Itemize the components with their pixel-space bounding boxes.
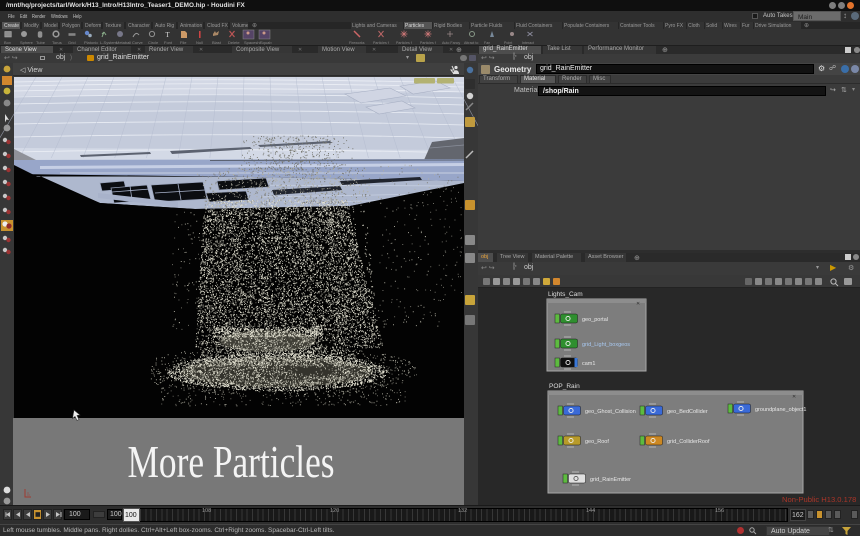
svg-text:Lights_Cam: Lights_Cam xyxy=(548,291,583,298)
svg-text:geo_Roof: geo_Roof xyxy=(585,439,609,445)
svg-text:T: T xyxy=(165,31,170,39)
svg-text:grid_ColliderRoof: grid_ColliderRoof xyxy=(667,439,710,445)
svg-text:✕: ✕ xyxy=(636,301,640,307)
svg-text:Attract to: Attract to xyxy=(464,41,478,45)
svg-text:Point: Point xyxy=(504,41,512,45)
svg-text:geo_portal: geo_portal xyxy=(582,317,608,323)
svg-text:groundplane_object1: groundplane_object1 xyxy=(755,407,806,413)
svg-text:Particles f: Particles f xyxy=(373,41,389,45)
svg-text:Particles f: Particles f xyxy=(420,41,436,45)
svg-text:Auto Fancy: Auto Fancy xyxy=(442,41,460,45)
svg-text:Fan: Fan xyxy=(484,41,490,45)
svg-text:geo_BedCollider: geo_BedCollider xyxy=(667,409,708,415)
svg-text:◁ View: ◁ View xyxy=(20,67,43,74)
svg-text:Interact: Interact xyxy=(522,41,534,45)
svg-text:cam1: cam1 xyxy=(582,361,595,367)
svg-text:Particles f: Particles f xyxy=(396,41,412,45)
svg-text:Fireworks: Fireworks xyxy=(349,41,365,45)
svg-text:✕: ✕ xyxy=(792,394,796,400)
svg-text:geo_Ghost_Collision: geo_Ghost_Collision xyxy=(585,409,636,415)
svg-text:grid_RainEmitter: grid_RainEmitter xyxy=(590,477,631,483)
svg-text:POP_Rain: POP_Rain xyxy=(549,383,580,390)
svg-text:grid_Light_boxgeos: grid_Light_boxgeos xyxy=(582,342,630,348)
svg-text:More Particles: More Particles xyxy=(128,436,335,487)
